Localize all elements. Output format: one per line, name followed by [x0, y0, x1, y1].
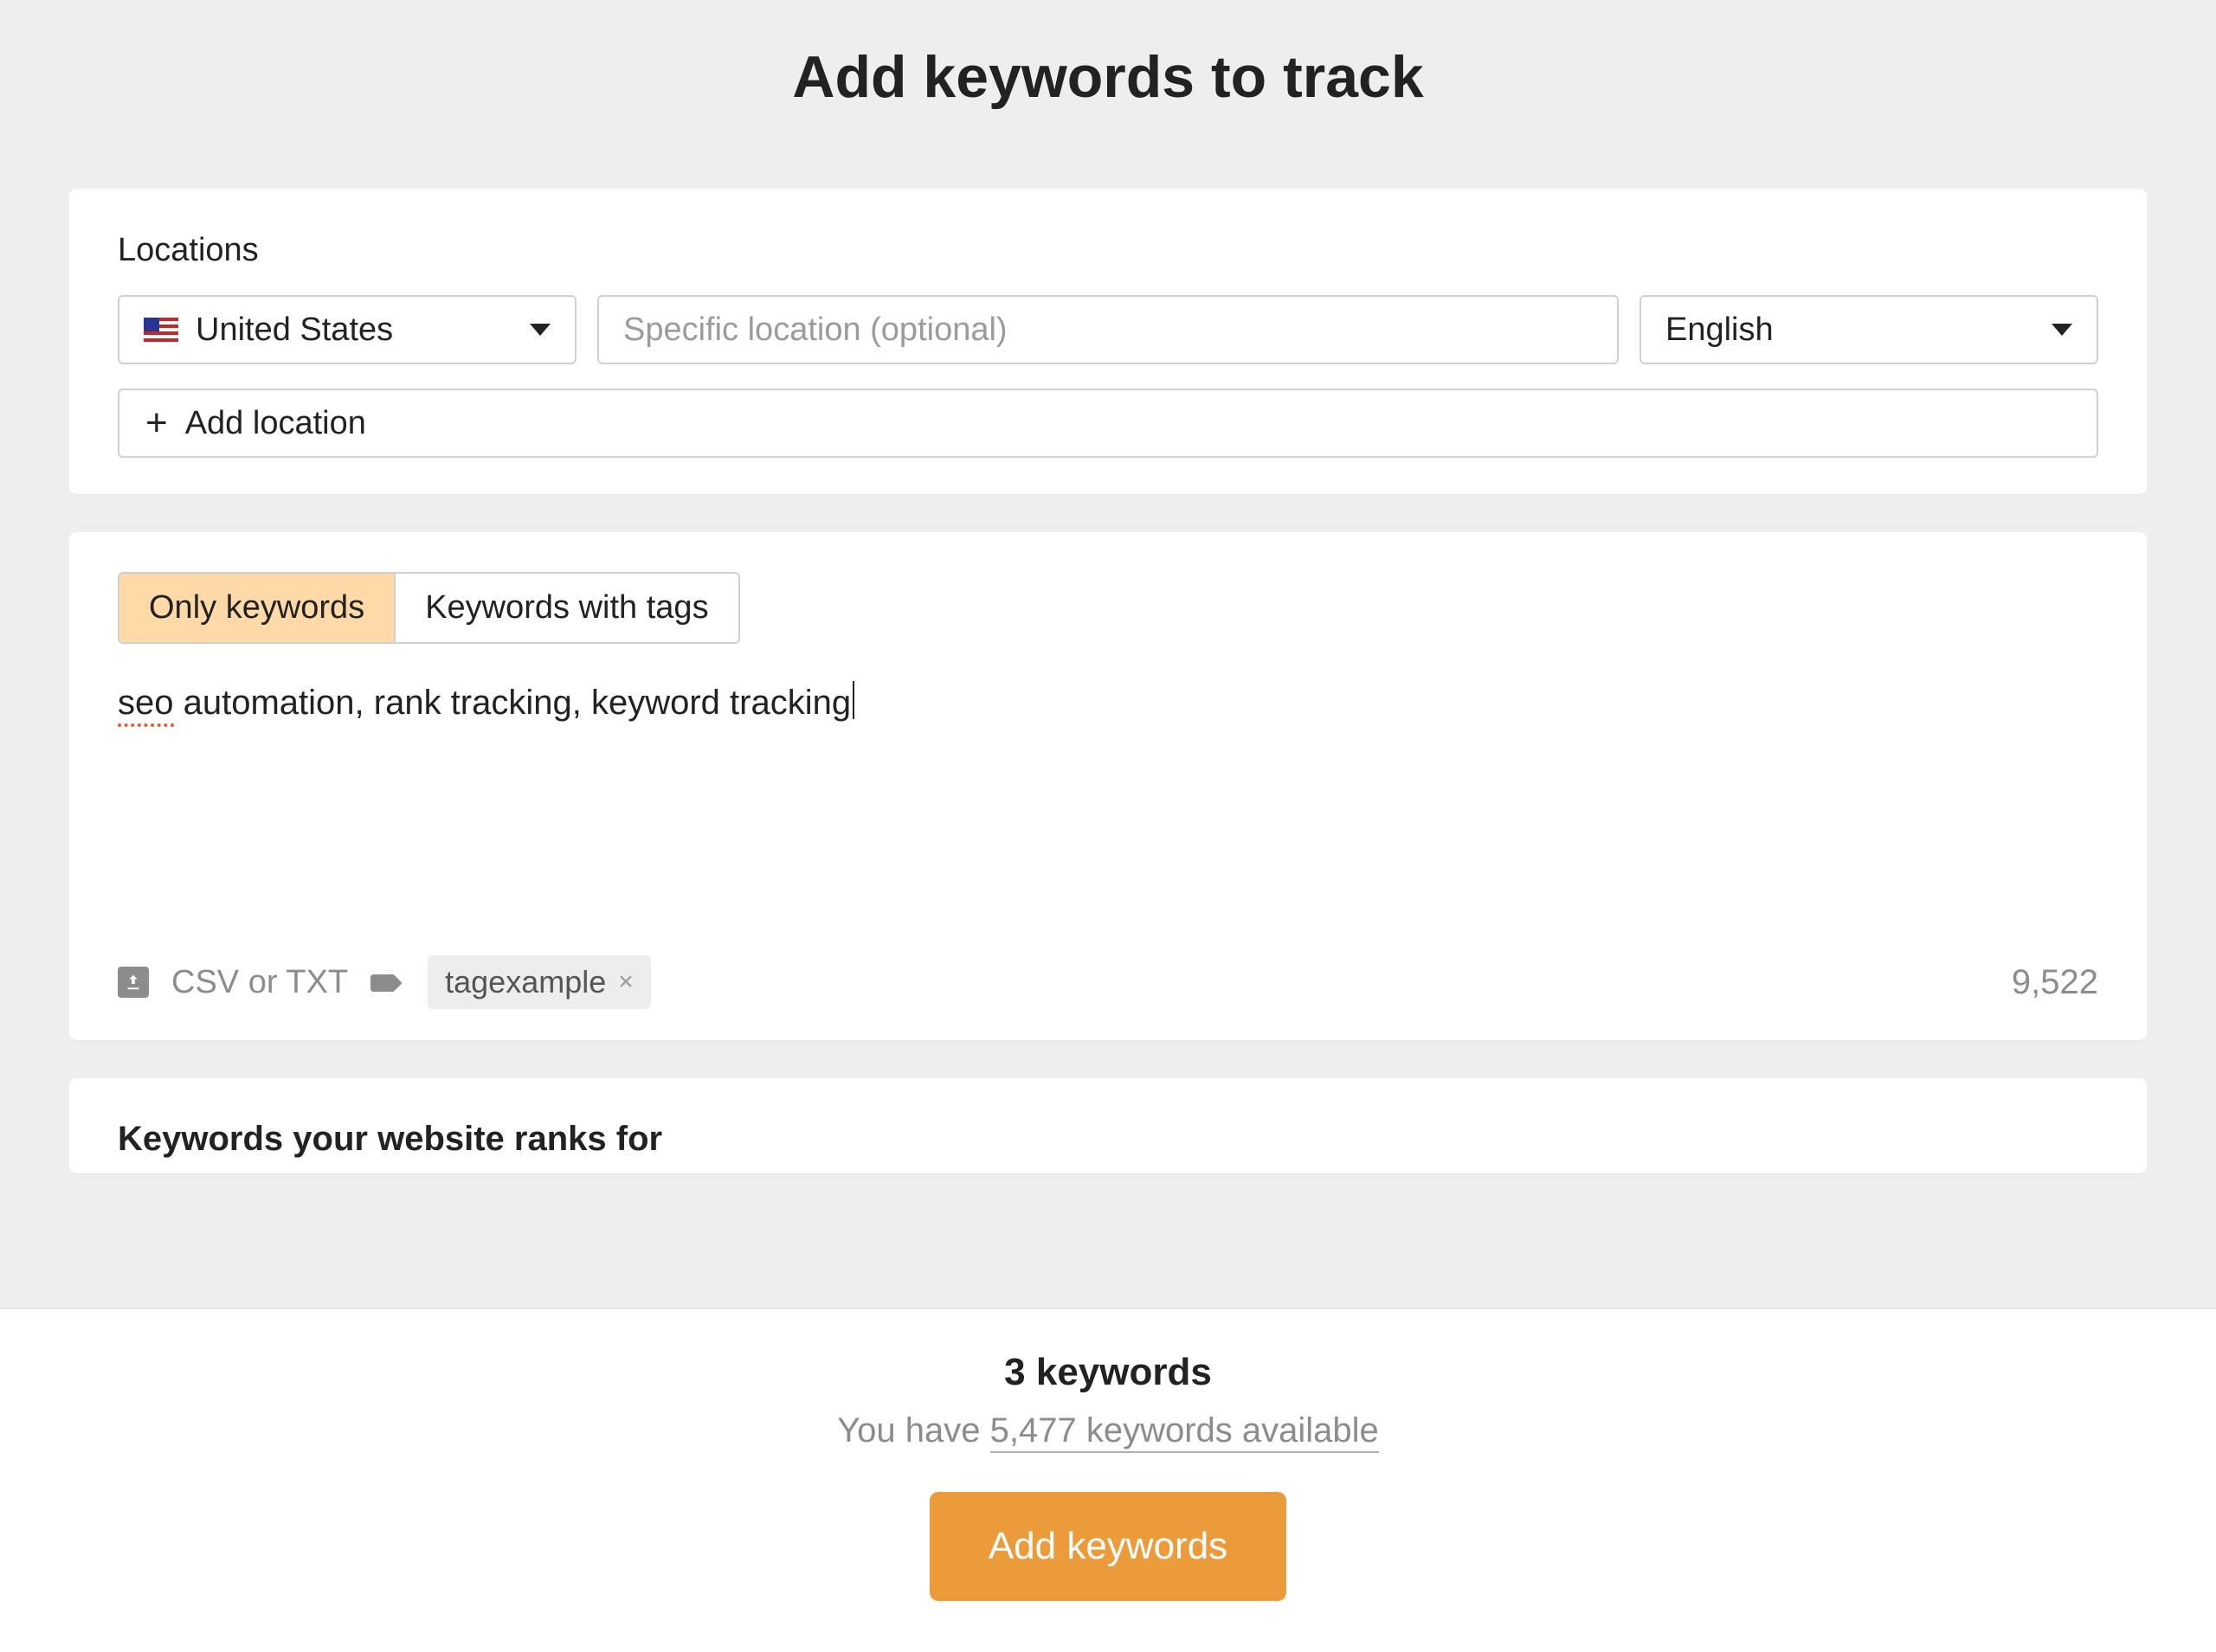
chevron-down-icon [2052, 324, 2072, 336]
keyword-count: 3 keywords [0, 1351, 2216, 1394]
input-mode-segment: Only keywords Keywords with tags [118, 572, 740, 644]
available-value: 5,477 keywords available [990, 1411, 1379, 1453]
plus-icon: + [145, 404, 168, 442]
keywords-footer: CSV or TXT tagexample × 9,522 [118, 955, 2098, 1009]
tab-only-keywords[interactable]: Only keywords [119, 574, 396, 642]
tag-chip[interactable]: tagexample × [428, 955, 651, 1009]
keywords-available: You have 5,477 keywords available [0, 1411, 2216, 1450]
page-title: Add keywords to track [0, 43, 2216, 111]
specific-location-placeholder: Specific location (optional) [623, 312, 1008, 349]
add-keywords-button[interactable]: Add keywords [930, 1492, 1286, 1601]
locations-card: Locations United States Specific locatio… [69, 189, 2147, 494]
country-select[interactable]: United States [118, 295, 577, 364]
locations-label: Locations [118, 232, 2098, 269]
ranks-section-title: Keywords your website ranks for [118, 1120, 2098, 1159]
keywords-card: Only keywords Keywords with tags seo aut… [69, 532, 2147, 1040]
summary-bar: 3 keywords You have 5,477 keywords avail… [0, 1308, 2216, 1652]
upload-csv-txt-button[interactable]: CSV or TXT [171, 964, 348, 1001]
tab-keywords-with-tags[interactable]: Keywords with tags [396, 574, 738, 642]
locations-row: United States Specific location (optiona… [118, 295, 2098, 364]
tag-chip-label: tagexample [445, 964, 606, 1000]
available-prefix: You have [837, 1411, 989, 1450]
keywords-text-misspelled: seo [118, 684, 174, 727]
specific-location-input[interactable]: Specific location (optional) [597, 295, 1619, 364]
upload-icon[interactable] [118, 967, 149, 998]
add-location-label: Add location [185, 405, 366, 442]
language-select[interactable]: English [1639, 295, 2098, 364]
close-icon[interactable]: × [618, 967, 634, 997]
language-value: English [1665, 312, 1774, 349]
flag-us-icon [144, 318, 178, 342]
text-cursor-icon [853, 681, 854, 719]
ranks-card: Keywords your website ranks for [69, 1078, 2147, 1173]
country-value: United States [196, 312, 393, 349]
keywords-text-rest: automation, rank tracking, keyword track… [174, 684, 852, 722]
add-location-button[interactable]: + Add location [118, 389, 2098, 458]
tag-icon[interactable] [370, 970, 405, 994]
chevron-down-icon [530, 324, 551, 336]
char-remaining-count: 9,522 [2012, 963, 2098, 1002]
keywords-textarea[interactable]: seo automation, rank tracking, keyword t… [118, 678, 2098, 938]
